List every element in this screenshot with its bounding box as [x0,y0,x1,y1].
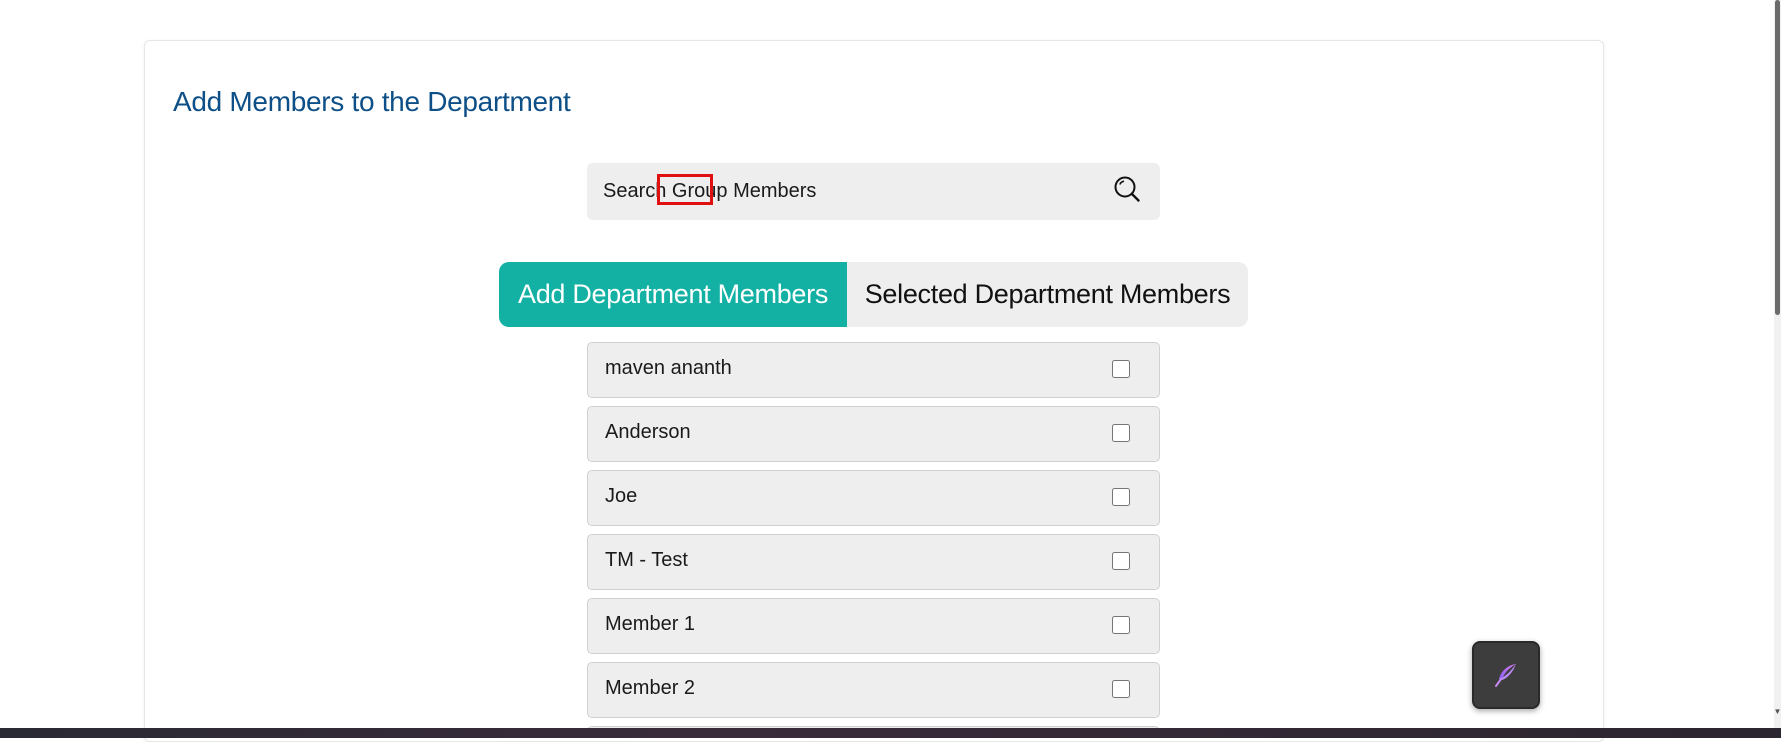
scroll-down-arrow-icon[interactable]: ▼ [1773,707,1781,716]
member-name: Member 1 [605,613,696,635]
member-name: Anderson [605,421,691,443]
page-title: Add Members to the Department [173,86,571,117]
member-list: maven ananth Anderson Joe TM - Test Memb… [587,342,1160,726]
member-checkbox[interactable] [1112,680,1130,698]
search-box [587,163,1160,220]
quill-pen-icon [1495,664,1516,687]
member-row[interactable]: Member 1 [587,598,1160,654]
scrollbar-thumb[interactable] [1775,0,1780,315]
member-row[interactable]: TM - Test [587,534,1160,590]
search-input[interactable] [603,163,1083,220]
member-tabs: Add Department Members Selected Departme… [499,262,1248,327]
member-name: TM - Test [605,549,688,571]
member-row[interactable]: Joe [587,470,1160,526]
member-row[interactable]: Member 2 [587,662,1160,718]
tab-selected-department-members[interactable]: Selected Department Members [847,262,1248,327]
member-checkbox[interactable] [1112,488,1130,506]
quill-pen-button[interactable] [1472,641,1540,709]
tab-add-department-members[interactable]: Add Department Members [499,262,847,327]
member-checkbox[interactable] [1112,360,1130,378]
taskbar [0,728,1781,738]
member-checkbox[interactable] [1112,552,1130,570]
member-name: maven ananth [605,357,732,379]
member-name: Member 2 [605,677,696,699]
search-icon[interactable] [1112,174,1142,204]
member-checkbox[interactable] [1112,424,1130,442]
member-checkbox[interactable] [1112,616,1130,634]
member-row[interactable]: Anderson [587,406,1160,462]
member-row[interactable]: maven ananth [587,342,1160,398]
member-name: Joe [605,485,638,507]
